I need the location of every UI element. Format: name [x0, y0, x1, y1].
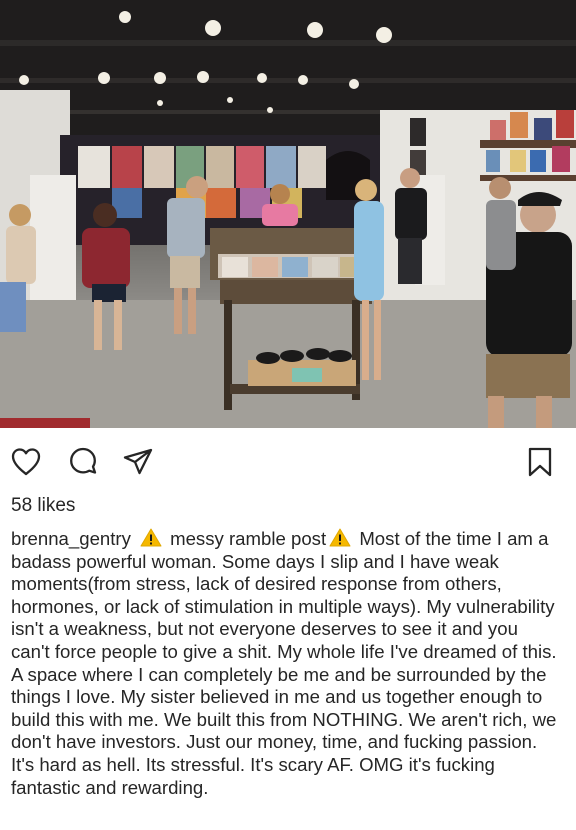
- warning-icon: [140, 528, 162, 547]
- post-caption: brenna_gentry messy ramble post Most of …: [11, 528, 561, 799]
- paper-plane-icon[interactable]: [120, 444, 156, 480]
- record-store-illustration: [0, 0, 576, 428]
- bookmark-icon[interactable]: [522, 444, 558, 480]
- caption-text-part1: messy ramble post: [170, 528, 327, 549]
- post-photo[interactable]: [0, 0, 576, 428]
- likes-count[interactable]: 58 likes: [11, 495, 75, 517]
- caption-text-part2: Most of the time I am a badass powerful …: [11, 528, 557, 798]
- post-action-bar: [0, 440, 576, 488]
- heart-icon[interactable]: [8, 444, 44, 480]
- warning-icon: [329, 528, 351, 547]
- caption-username[interactable]: brenna_gentry: [11, 528, 131, 549]
- comment-icon[interactable]: [65, 444, 101, 480]
